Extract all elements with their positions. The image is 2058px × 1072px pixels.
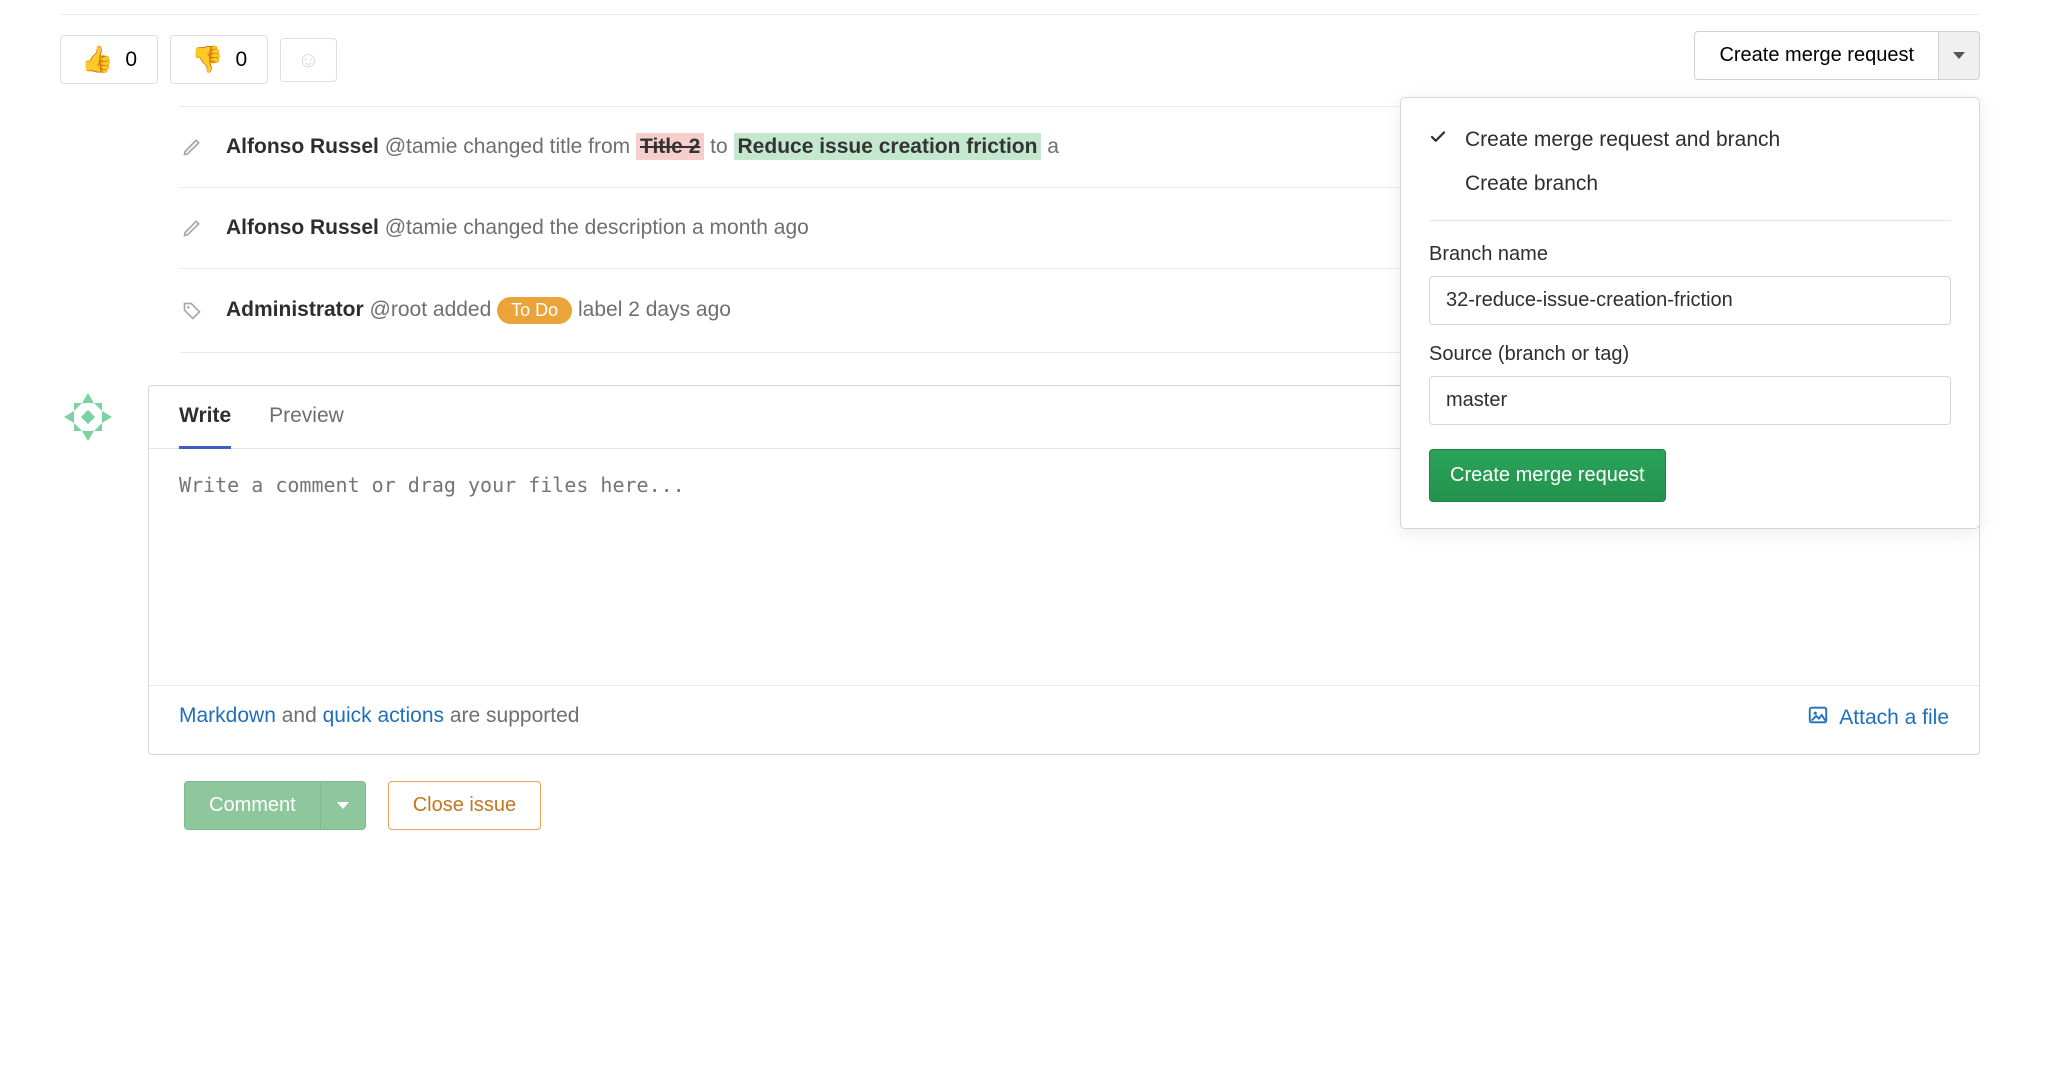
new-title: Reduce issue creation friction (734, 133, 1042, 160)
comment-button[interactable]: Comment (184, 781, 320, 830)
create-merge-request-caret[interactable] (1938, 31, 1980, 80)
caret-down-icon (1953, 52, 1965, 59)
comment-caret-button[interactable] (320, 781, 366, 830)
quick-actions-link[interactable]: quick actions (323, 704, 444, 727)
attach-file-label: Attach a file (1839, 706, 1949, 730)
activity-author: Administrator (226, 298, 364, 321)
create-merge-request-button[interactable]: Create merge request (1694, 31, 1938, 80)
caret-down-icon (337, 802, 349, 809)
source-label: Source (branch or tag) (1429, 343, 1951, 366)
markdown-link[interactable]: Markdown (179, 704, 276, 727)
create-merge-request-dropdown: Create merge request and branch Create b… (1400, 97, 1980, 529)
source-input[interactable] (1429, 376, 1951, 425)
thumbs-up-icon: 👍 (81, 44, 113, 75)
reaction-thumbs-up-count: 0 (125, 48, 137, 72)
tab-preview[interactable]: Preview (269, 404, 344, 448)
thumbs-down-icon: 👎 (191, 44, 223, 75)
add-reaction-button[interactable]: ☺ (280, 38, 336, 82)
activity-handle: @tamie (385, 135, 458, 158)
smiley-icon: ☺ (297, 47, 319, 73)
activity-author: Alfonso Russel (226, 216, 379, 239)
avatar (60, 389, 116, 445)
dropdown-create-merge-request-button[interactable]: Create merge request (1429, 449, 1666, 502)
activity-handle: @tamie (385, 216, 458, 239)
activity-author: Alfonso Russel (226, 135, 379, 158)
reaction-thumbs-down-count: 0 (235, 48, 247, 72)
create-merge-request-split-button: Create merge request (1694, 31, 1980, 80)
label-badge[interactable]: To Do (497, 297, 572, 324)
comment-split-button: Comment (184, 781, 366, 830)
dropdown-option-mr-and-branch[interactable]: Create merge request and branch (1401, 118, 1979, 162)
pencil-icon (180, 218, 204, 238)
activity-handle: @root (370, 298, 428, 321)
image-icon (1807, 704, 1829, 732)
close-issue-button[interactable]: Close issue (388, 781, 541, 830)
dropdown-option-mr-and-branch-label: Create merge request and branch (1465, 128, 1780, 152)
attach-file-button[interactable]: Attach a file (1807, 704, 1949, 732)
tab-write[interactable]: Write (179, 404, 231, 449)
pencil-icon (180, 137, 204, 157)
tag-icon (180, 301, 204, 321)
branch-name-label: Branch name (1429, 243, 1951, 266)
dropdown-option-branch[interactable]: Create branch (1401, 162, 1979, 206)
branch-name-input[interactable] (1429, 276, 1951, 325)
dropdown-option-branch-label: Create branch (1465, 172, 1598, 196)
check-icon (1429, 128, 1451, 152)
reaction-thumbs-up[interactable]: 👍 0 (60, 35, 158, 84)
old-title: Title 2 (636, 133, 704, 160)
reaction-thumbs-down[interactable]: 👎 0 (170, 35, 268, 84)
